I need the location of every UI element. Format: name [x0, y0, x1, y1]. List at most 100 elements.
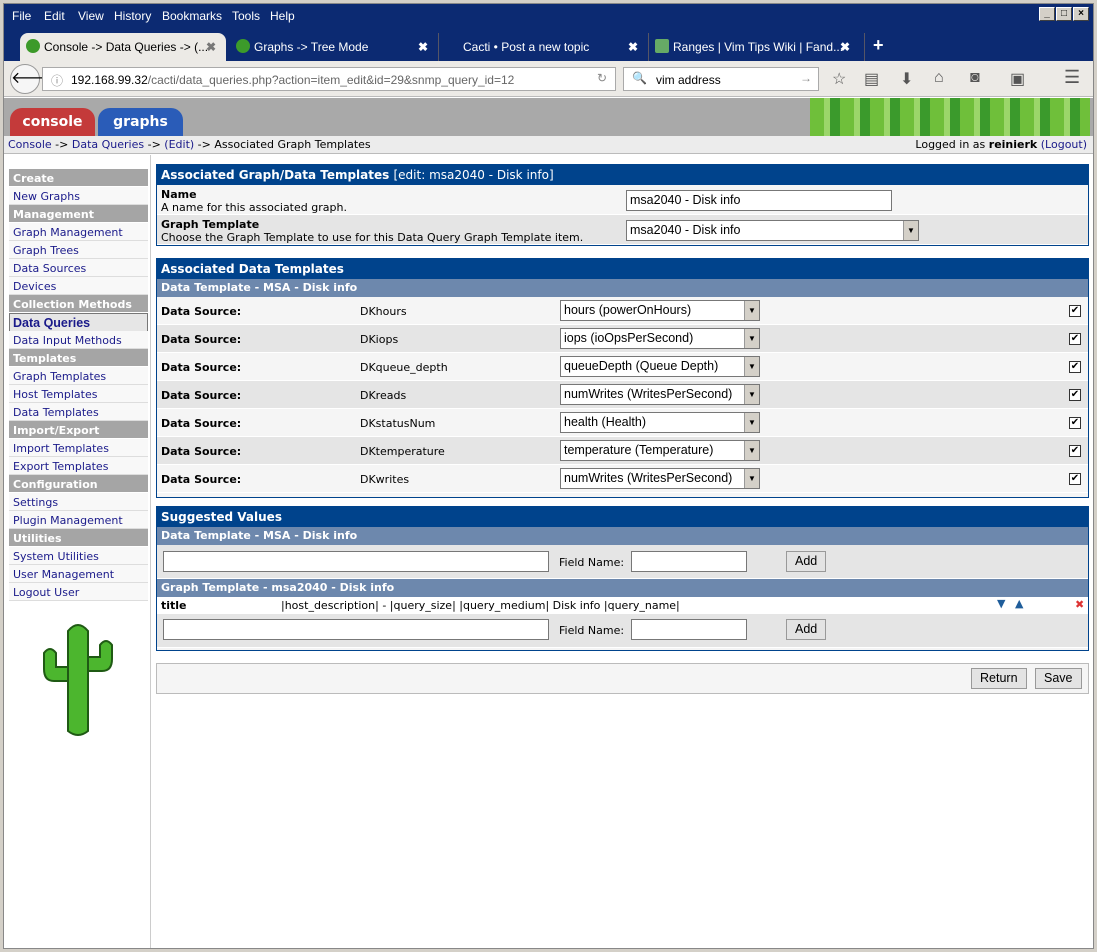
- dt-suggest-row: Field Name: Add: [157, 545, 1088, 579]
- tab-console[interactable]: Console -> Data Queries -> (... ✖: [20, 33, 226, 61]
- sidebar-item[interactable]: Devices: [9, 277, 148, 295]
- sidebar-item[interactable]: Data Input Methods: [9, 331, 148, 349]
- graph-template-select[interactable]: msa2040 - Disk info ▼: [626, 220, 919, 241]
- console-tab[interactable]: console: [10, 108, 95, 136]
- data-source-name: DKiops: [360, 333, 399, 346]
- sidebar-item[interactable]: Logout User: [9, 583, 148, 601]
- assoc-templates-panel: Associated Graph/Data Templates [edit: m…: [156, 164, 1089, 246]
- return-button[interactable]: Return: [971, 668, 1027, 689]
- chevron-down-icon: ▼: [744, 357, 759, 376]
- menu-help[interactable]: Help: [270, 9, 295, 23]
- tab-graphs[interactable]: Graphs -> Tree Mode ✖: [230, 33, 438, 61]
- sidebar-item[interactable]: Graph Management: [9, 223, 148, 241]
- tab-label: Cacti • Post a new topic: [463, 40, 590, 54]
- pocket-icon[interactable]: ◙: [970, 69, 980, 87]
- close-tab-icon[interactable]: ✖: [418, 40, 428, 54]
- extension-icon[interactable]: ▣: [1010, 69, 1025, 89]
- dt-add-button[interactable]: Add: [786, 551, 827, 572]
- close-tab-icon[interactable]: ✖: [628, 40, 638, 54]
- menu-history[interactable]: History: [114, 9, 151, 23]
- download-icon[interactable]: ⬇: [900, 69, 913, 89]
- menu-tools[interactable]: Tools: [232, 9, 260, 23]
- bookmark-star-icon[interactable]: ☆: [832, 69, 846, 89]
- url-bar[interactable]: ⓘ 192.168.99.32/cacti/data_queries.php?ac…: [42, 67, 616, 91]
- data-source-checkbox[interactable]: ✔: [1069, 417, 1081, 429]
- menu-bookmarks[interactable]: Bookmarks: [162, 9, 222, 23]
- data-source-name: DKstatusNum: [360, 417, 436, 430]
- sidebar-item[interactable]: New Graphs: [9, 187, 148, 205]
- maximize-button[interactable]: □: [1056, 7, 1072, 21]
- home-icon[interactable]: ⌂: [934, 69, 944, 87]
- breadcrumb-data-queries[interactable]: Data Queries: [72, 138, 144, 151]
- sidebar-item[interactable]: Settings: [9, 493, 148, 511]
- breadcrumb-console[interactable]: Console: [8, 138, 52, 151]
- sidebar-item[interactable]: User Management: [9, 565, 148, 583]
- browser-window: File Edit View History Bookmarks Tools H…: [3, 3, 1094, 949]
- hamburger-menu-icon[interactable]: ☰: [1064, 67, 1080, 88]
- menu-bar: File Edit View History Bookmarks Tools H…: [4, 4, 1093, 31]
- graph-template-row: Graph Template Choose the Graph Template …: [157, 215, 1088, 245]
- gt-field-name-input[interactable]: [631, 619, 747, 640]
- graphs-tab[interactable]: graphs: [98, 108, 183, 136]
- data-source-select[interactable]: hours (powerOnHours) ▼: [560, 300, 760, 321]
- sidebar-item[interactable]: Data Templates: [9, 403, 148, 421]
- data-source-select[interactable]: queueDepth (Queue Depth) ▼: [560, 356, 760, 377]
- sidebar-item[interactable]: Plugin Management: [9, 511, 148, 529]
- field: title: [161, 599, 187, 612]
- close-window-button[interactable]: ×: [1073, 7, 1089, 21]
- data-source-name: DKqueue_depth: [360, 361, 448, 374]
- sidebar-item[interactable]: Export Templates: [9, 457, 148, 475]
- save-button[interactable]: Save: [1035, 668, 1082, 689]
- data-source-select[interactable]: iops (ioOpsPerSecond) ▼: [560, 328, 760, 349]
- delete-icon[interactable]: ✖: [1075, 598, 1084, 611]
- data-source-label: Data Source:: [161, 417, 242, 430]
- data-source-checkbox[interactable]: ✔: [1069, 445, 1081, 457]
- sidebar-item[interactable]: Graph Templates: [9, 367, 148, 385]
- data-source-checkbox[interactable]: ✔: [1069, 361, 1081, 373]
- breadcrumb-edit[interactable]: (Edit): [164, 138, 194, 151]
- data-source-checkbox[interactable]: ✔: [1069, 333, 1081, 345]
- sidebar-item[interactable]: Host Templates: [9, 385, 148, 403]
- cactus-banner-image: [810, 98, 1090, 136]
- data-source-checkbox[interactable]: ✔: [1069, 389, 1081, 401]
- tab-vim-wiki[interactable]: Ranges | Vim Tips Wiki | Fand... ✖: [648, 33, 860, 61]
- panel-title: Associated Graph/Data Templates [edit: m…: [157, 165, 1088, 185]
- data-source-select[interactable]: numWrites (WritesPerSecond) ▼: [560, 384, 760, 405]
- minimize-button[interactable]: _: [1039, 7, 1055, 21]
- move-down-icon[interactable]: ▼: [997, 597, 1005, 610]
- reading-list-icon[interactable]: ▤: [864, 69, 879, 89]
- data-source-checkbox[interactable]: ✔: [1069, 305, 1081, 317]
- menu-file[interactable]: File: [12, 9, 31, 23]
- name-input[interactable]: msa2040 - Disk info: [626, 190, 892, 211]
- sidebar-item[interactable]: Graph Trees: [9, 241, 148, 259]
- tab-cacti-forum[interactable]: Cacti • Post a new topic ✖: [438, 33, 648, 61]
- sidebar-item[interactable]: System Utilities: [9, 547, 148, 565]
- sidebar-item[interactable]: Data Sources: [9, 259, 148, 277]
- data-source-select[interactable]: health (Health) ▼: [560, 412, 760, 433]
- close-tab-icon[interactable]: ✖: [840, 40, 850, 54]
- close-tab-icon[interactable]: ✖: [206, 40, 216, 54]
- move-up-icon[interactable]: ▲: [1015, 597, 1023, 610]
- data-source-select[interactable]: numWrites (WritesPerSecond) ▼: [560, 468, 760, 489]
- menu-view[interactable]: View: [78, 9, 104, 23]
- menu-edit[interactable]: Edit: [44, 9, 65, 23]
- cacti-favicon-icon: [236, 39, 250, 53]
- sidebar-header: Utilities: [9, 529, 148, 547]
- dt-field-name-input[interactable]: [631, 551, 747, 572]
- data-source-checkbox[interactable]: ✔: [1069, 473, 1081, 485]
- gt-suggest-value-input[interactable]: [163, 619, 549, 640]
- reload-icon[interactable]: ↻: [597, 71, 607, 85]
- data-template-subheader: Data Template - MSA - Disk info: [157, 279, 1088, 297]
- gt-add-button[interactable]: Add: [786, 619, 827, 640]
- sidebar-item[interactable]: Import Templates: [9, 439, 148, 457]
- logout-link[interactable]: (Logout): [1041, 138, 1087, 151]
- back-button[interactable]: 🡐: [10, 64, 54, 94]
- new-tab-button[interactable]: +: [864, 33, 892, 61]
- data-source-name: DKtemperature: [360, 445, 445, 458]
- suggested-values-panel: Suggested Values Data Template - MSA - D…: [156, 506, 1089, 651]
- data-source-select[interactable]: temperature (Temperature) ▼: [560, 440, 760, 461]
- chevron-down-icon: ▼: [744, 441, 759, 460]
- dt-suggest-value-input[interactable]: [163, 551, 549, 572]
- search-go-icon[interactable]: →: [800, 71, 812, 85]
- search-input[interactable]: 🔍 vim address →: [623, 67, 819, 91]
